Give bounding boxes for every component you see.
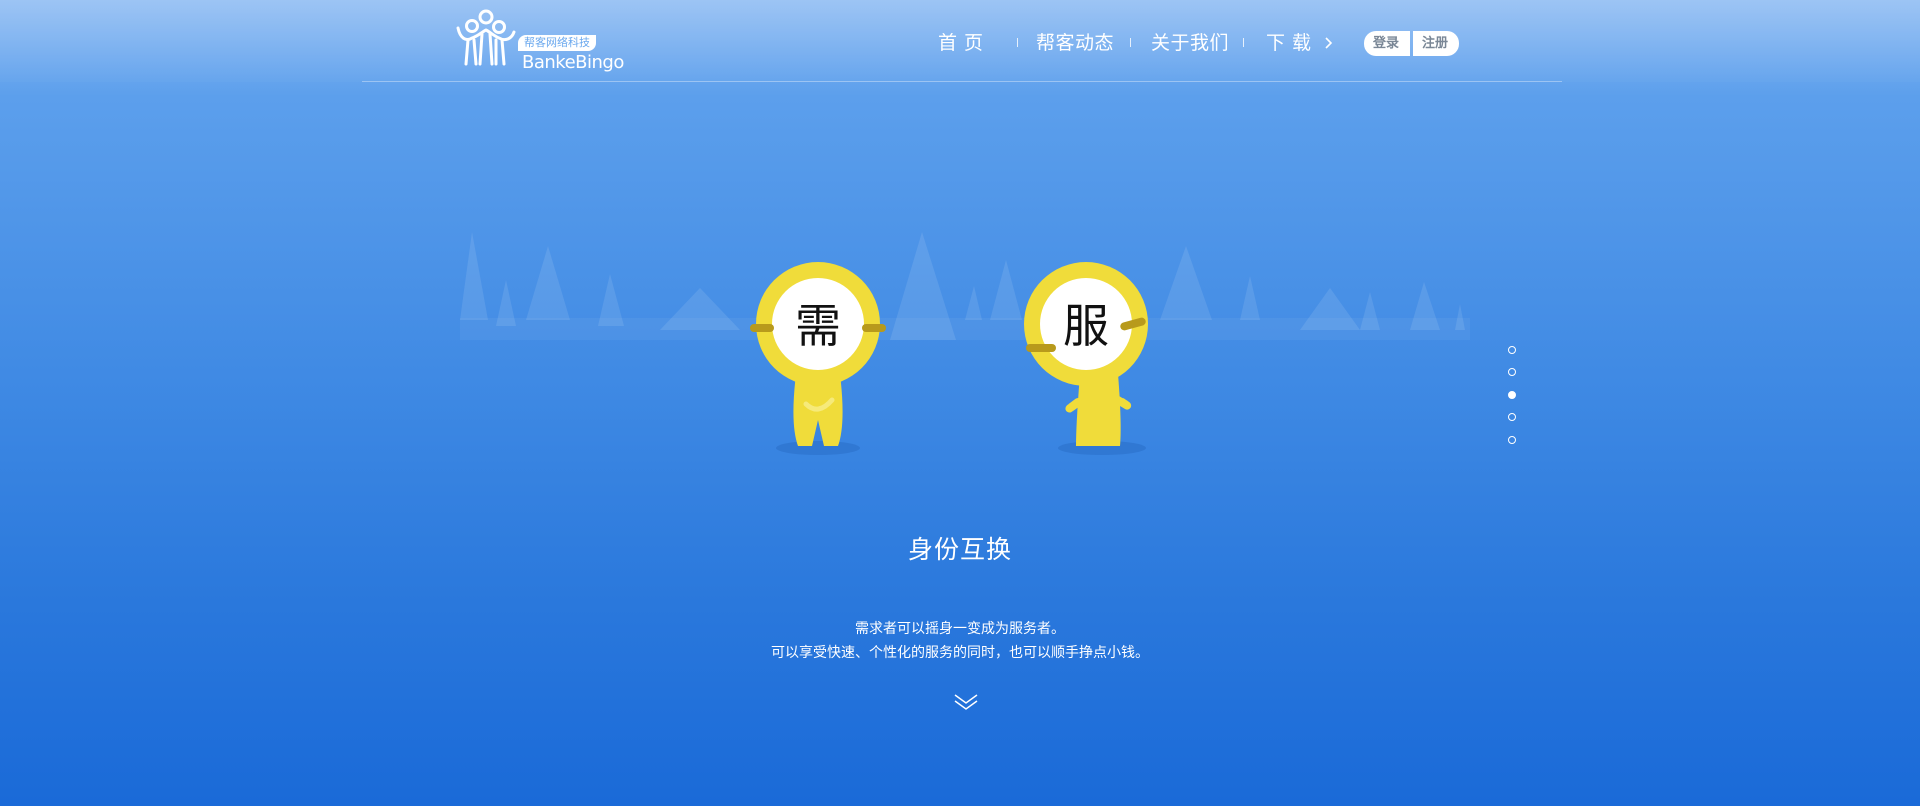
character-left: 需 xyxy=(750,262,886,455)
pager-dot-2[interactable] xyxy=(1508,368,1516,376)
pager-dot-4[interactable] xyxy=(1508,413,1516,421)
nav-item-about[interactable]: 关于我们 xyxy=(1151,28,1229,55)
double-chevron-down-icon[interactable] xyxy=(953,692,979,712)
logo-name: BankeBingo xyxy=(522,52,624,73)
logo-badge: 帮客网络科技 xyxy=(518,35,596,51)
character-right: 服 xyxy=(1024,262,1148,455)
header-divider xyxy=(362,81,1562,82)
logo-badge-text: 帮客网络科技 xyxy=(524,36,590,49)
nav-divider xyxy=(1243,38,1244,47)
login-button[interactable]: 登录 xyxy=(1364,31,1410,56)
nav-item-news[interactable]: 帮客动态 xyxy=(1036,28,1114,55)
nav-divider xyxy=(1017,38,1018,47)
nav-item-download-label: 下 载 xyxy=(1266,32,1312,54)
brand-logo[interactable]: 帮客网络科技 BankeBingo xyxy=(452,8,624,74)
pager-dot-3[interactable] xyxy=(1508,391,1516,399)
character-right-label: 服 xyxy=(1063,299,1109,353)
nav-item-download[interactable]: 下 载 xyxy=(1266,28,1334,55)
nav-divider xyxy=(1130,38,1131,47)
hero-title: 身份互换 xyxy=(907,535,1012,564)
hero-characters: 需 服 xyxy=(750,262,1148,455)
character-left-label: 需 xyxy=(795,299,841,353)
pager-dot-5[interactable] xyxy=(1508,436,1516,444)
chevron-right-icon xyxy=(1325,37,1333,49)
nav-item-home[interactable]: 首 页 xyxy=(938,28,984,55)
hero-desc-line1: 需求者可以摇身一变成为服务者。 xyxy=(855,621,1065,637)
pager-dot-1[interactable] xyxy=(1508,346,1516,354)
hero-desc-line2: 可以享受快速、个性化的服务的同时，也可以顺手挣点小钱。 xyxy=(771,645,1149,661)
register-button[interactable]: 注册 xyxy=(1413,31,1459,56)
